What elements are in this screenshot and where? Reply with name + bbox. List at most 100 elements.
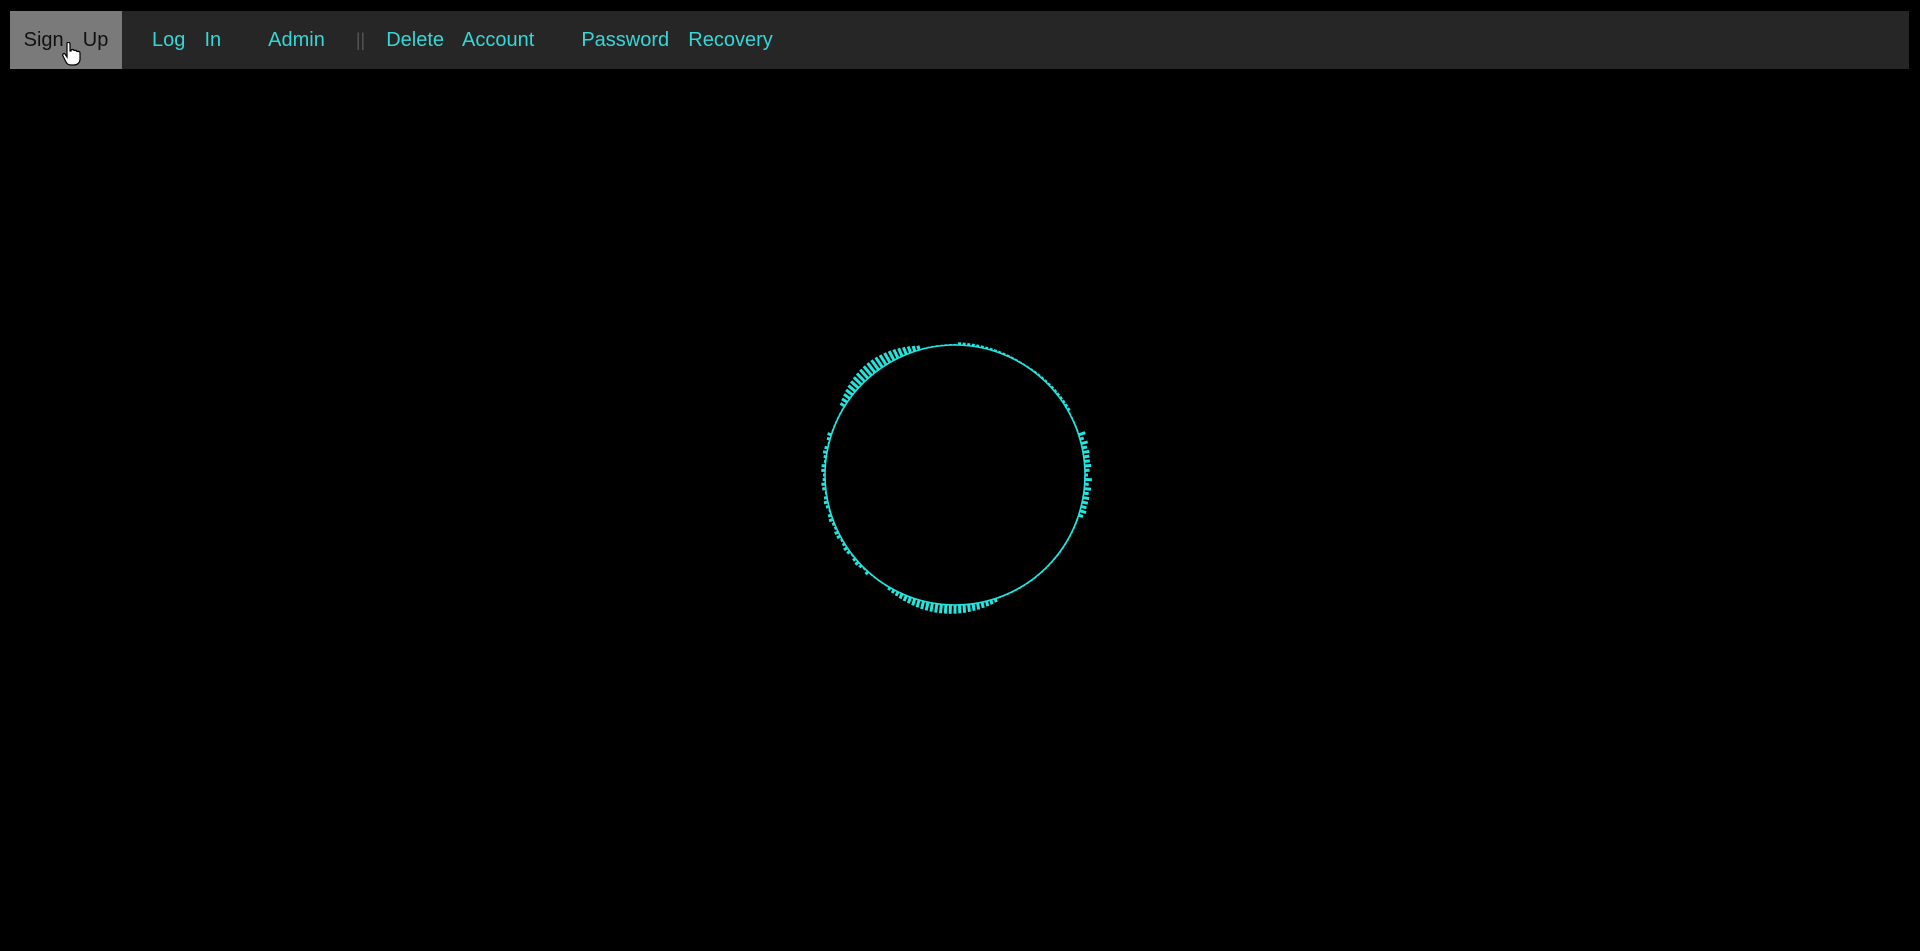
visualizer-bar — [1083, 454, 1090, 459]
visualizer-bar — [993, 598, 998, 603]
visualizer-bar — [906, 596, 912, 604]
nav-password-recovery[interactable]: Password Recovery — [564, 11, 789, 69]
visualizer-bar — [1050, 560, 1054, 564]
visualizer-bar — [852, 557, 857, 562]
visualizer-bar — [843, 546, 849, 552]
visualizer-bar — [841, 397, 849, 404]
visualizer-bar — [847, 384, 857, 393]
visualizer-bar — [1056, 392, 1061, 397]
visualizer-bar — [1014, 358, 1018, 361]
visualizer-bar — [1018, 586, 1022, 590]
nav-log-in[interactable]: Log In — [135, 11, 238, 69]
visualizer-bar — [1061, 546, 1065, 550]
visualizer-bar — [1079, 436, 1085, 441]
visualizer-bar — [920, 600, 926, 610]
visualizer-bar — [924, 601, 930, 611]
visualizer-bar — [989, 347, 993, 351]
visualizer-bar — [1083, 491, 1089, 496]
visualizer-bar — [890, 589, 896, 594]
visualizer-bar — [897, 347, 904, 357]
visualizer-bar — [911, 345, 917, 352]
visualizer-bar — [984, 346, 989, 350]
visualizer-bar — [915, 599, 921, 608]
visualizer-bar — [1044, 567, 1048, 571]
visualizer-bar — [846, 550, 851, 555]
visualizer-bar — [1059, 550, 1062, 554]
visualizer-bar — [843, 393, 851, 400]
visualizer-bar — [827, 432, 832, 437]
visualizer-bar — [1079, 509, 1087, 515]
visualizer-bar — [824, 445, 829, 450]
visualizer-bar — [840, 408, 844, 412]
visualizer-bar — [1053, 388, 1058, 393]
visualizer-bar — [971, 603, 976, 611]
visualizer-bar — [892, 348, 900, 359]
nav-delete-account[interactable]: Delete Account — [369, 11, 551, 69]
visualizer-bar — [967, 604, 971, 613]
visualizer-bar — [998, 350, 1002, 354]
visualizer-bar — [828, 518, 834, 523]
visualizer-bar — [836, 534, 841, 540]
visualizer-bar — [880, 581, 884, 585]
visualizer-bar — [841, 542, 846, 547]
visualizer-bar — [822, 450, 828, 454]
visualizer-bar — [854, 560, 860, 566]
visualizer-bar — [850, 553, 854, 557]
visualizer-bar — [869, 573, 873, 577]
visualizer-bar — [929, 602, 934, 612]
visualizer-base-ring — [824, 344, 1086, 606]
visualizer-bar — [902, 346, 908, 356]
visualizer-bar — [1081, 500, 1089, 505]
visualizer-bar — [1050, 385, 1055, 390]
visualizer-bar — [1026, 581, 1030, 585]
visualizer-bar — [1010, 356, 1014, 359]
visualizer-bar — [858, 564, 863, 569]
visualizer-bar — [993, 349, 998, 352]
visualizer-bar — [840, 538, 844, 543]
visualizer-bar — [1084, 459, 1090, 463]
visualizer-bar — [980, 601, 985, 609]
visualizer-bar — [1022, 584, 1026, 587]
visualizer-bar — [845, 388, 854, 397]
visualizer-bar — [898, 593, 904, 600]
visualizer-bar — [1040, 376, 1045, 380]
visualizer-bar — [1061, 399, 1066, 404]
visualizer-bar — [1080, 440, 1089, 446]
visualizer-bar — [1059, 396, 1063, 400]
visualizer-bar — [873, 576, 877, 580]
visualizer-bar — [984, 600, 990, 607]
visualizer-bar — [884, 584, 888, 587]
visualizer-bar — [823, 496, 828, 500]
visualizer-bar — [1033, 370, 1038, 374]
visualizer-bar — [1082, 449, 1090, 454]
visualizer-bar — [1081, 445, 1088, 450]
visualizer-bar — [1047, 382, 1051, 386]
visualizer-bar — [1066, 407, 1071, 412]
nav-admin[interactable]: Admin — [251, 11, 342, 69]
visualizer-bar — [862, 567, 866, 571]
visualizer-bar — [839, 402, 846, 408]
visualizer-bar — [1078, 513, 1084, 519]
visualizer-bar — [1037, 373, 1041, 377]
visualizer-bar — [1002, 352, 1006, 356]
visualizer-bar — [962, 604, 967, 613]
visualizer-bar — [826, 436, 831, 441]
visualizer-bar — [1078, 431, 1086, 437]
visualizer-bar — [906, 345, 912, 354]
visualizer-bar — [831, 522, 836, 527]
visualizer-bar — [825, 504, 830, 509]
visualizer-bar — [989, 599, 994, 605]
visualizer-bar — [1056, 553, 1060, 557]
visualizer-bar — [1018, 360, 1022, 364]
visualizer-bar — [887, 350, 896, 361]
top-navbar: Sign Up Log In Admin || Delete Account P… — [10, 11, 1909, 69]
visualizer-bar — [876, 579, 880, 582]
visualizer-bar — [934, 603, 939, 613]
visualizer-bar — [938, 604, 943, 614]
visualizer-bar — [894, 591, 900, 597]
nav-separator: || — [355, 29, 366, 50]
visualizer-bar — [1084, 487, 1092, 491]
visualizer-bar — [887, 586, 892, 591]
visualizer-bar — [916, 345, 921, 351]
visualizer-bar — [1030, 367, 1034, 371]
